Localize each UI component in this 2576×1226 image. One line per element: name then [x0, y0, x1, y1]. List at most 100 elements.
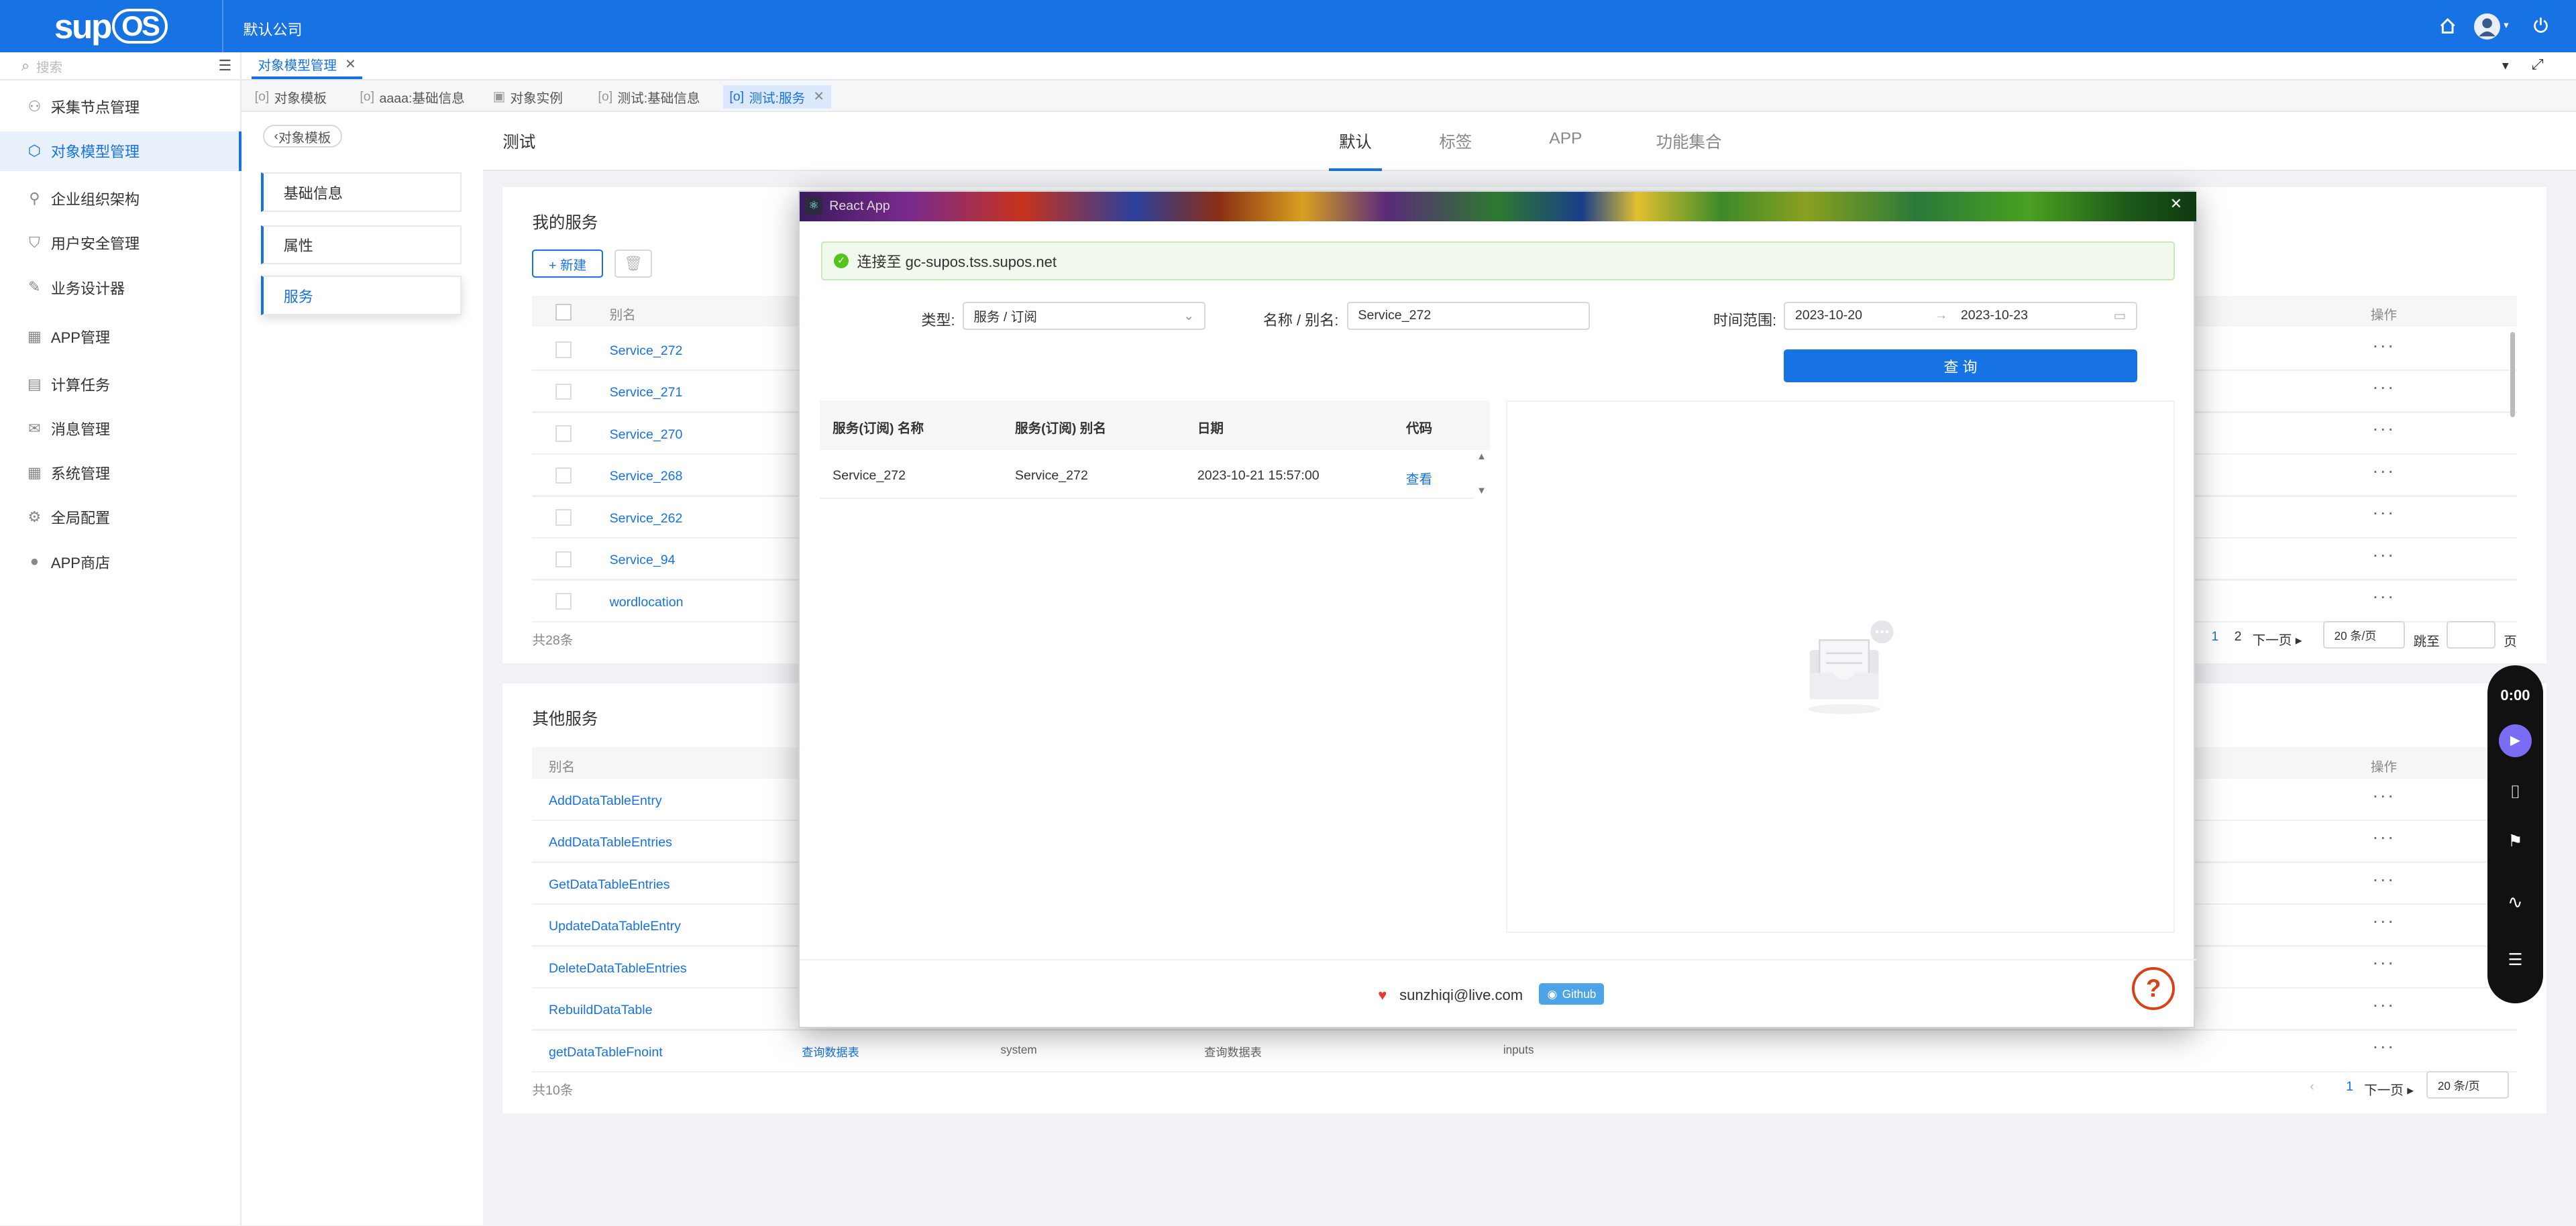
logo[interactable]: sup OS — [0, 0, 224, 53]
tab-app[interactable]: APP — [1549, 129, 1582, 148]
view-code-link[interactable]: 查看 — [1406, 468, 1432, 488]
service-link[interactable]: Service_270 — [610, 427, 683, 443]
service-link[interactable]: wordlocation — [610, 595, 684, 610]
sidebar-item-message[interactable]: ✉ 消息管理 — [0, 409, 241, 449]
service-link[interactable]: RebuildDataTable — [549, 1003, 653, 1018]
service-link[interactable]: GetDataTableEntries — [549, 877, 670, 893]
nav-basic-info[interactable]: 基础信息 — [261, 172, 462, 212]
sidebar-item-system[interactable]: ▦ 系统管理 — [0, 453, 241, 493]
play-icon[interactable]: ▶ — [2498, 724, 2532, 757]
waveform-icon[interactable]: ∿ — [2487, 892, 2543, 913]
collapse-menu-icon[interactable]: ☰ — [219, 57, 232, 74]
sidebar-item-designer[interactable]: ✎ 业务设计器 — [0, 268, 241, 307]
query-button[interactable]: 查 询 — [1784, 349, 2137, 383]
tab-default[interactable]: 默认 — [1329, 129, 1382, 171]
row-checkbox[interactable] — [555, 551, 572, 568]
date-range-picker[interactable]: 2023-10-20 → 2023-10-23 ▭ — [1784, 302, 2137, 330]
page-1[interactable]: 1 — [2211, 629, 2218, 645]
nav-services[interactable]: 服务 — [261, 276, 462, 316]
avatar[interactable] — [2474, 13, 2501, 40]
service-link[interactable]: Service_94 — [610, 553, 676, 568]
more-icon[interactable]: ··· — [2372, 502, 2395, 523]
service-link[interactable]: DeleteDataTableEntries — [549, 961, 687, 977]
page-1[interactable]: 1 — [2346, 1079, 2353, 1095]
close-icon[interactable]: ✕ — [813, 89, 824, 105]
tab-test-service[interactable]: [o] 测试:服务 ✕ — [722, 85, 831, 109]
service-link[interactable]: Service_262 — [610, 511, 683, 526]
date-from[interactable]: 2023-10-20 — [1795, 308, 1862, 323]
back-button[interactable]: ‹ 对象模板 — [262, 125, 343, 148]
more-icon[interactable]: ··· — [2372, 545, 2395, 565]
sidebar-item-collect[interactable]: ⚇ 采集节点管理 — [0, 87, 241, 127]
row-checkbox[interactable] — [555, 425, 572, 442]
power-icon[interactable] — [2532, 16, 2550, 34]
sidebar-item-store[interactable]: ● APP商店 — [0, 542, 241, 581]
scroll-down-icon[interactable]: ▼ — [1477, 486, 1487, 496]
next-page-button[interactable]: 下一页 ▸ — [2364, 1079, 2414, 1099]
close-icon[interactable]: ✕ — [2170, 195, 2182, 213]
settings-sliders-icon[interactable]: ☰ — [2487, 950, 2543, 970]
more-icon[interactable]: ··· — [2372, 419, 2395, 439]
service-link[interactable]: AddDataTableEntries — [549, 835, 672, 850]
close-icon[interactable]: ✕ — [345, 56, 356, 72]
service-link[interactable]: UpdateDataTableEntry — [549, 919, 681, 934]
more-icon[interactable]: ··· — [2372, 586, 2395, 607]
more-icon[interactable]: ··· — [2372, 1036, 2395, 1057]
tab-object-model[interactable]: 对象模型管理 ✕ — [251, 52, 363, 79]
chevron-down-icon[interactable]: ▾ — [2502, 58, 2509, 74]
more-icon[interactable]: ··· — [2372, 952, 2395, 973]
new-service-button[interactable]: + 新建 — [532, 249, 603, 278]
sidebar-item-org[interactable]: ⚲ 企业组织架构 — [0, 179, 241, 219]
tab-object-template[interactable]: [o] 对象模板 — [248, 85, 333, 108]
row-checkbox[interactable] — [555, 593, 572, 610]
service-link[interactable]: Service_272 — [610, 343, 683, 359]
github-button[interactable]: ◉ Github — [1539, 983, 1605, 1005]
more-icon[interactable]: ··· — [2372, 335, 2395, 356]
page-size-select[interactable]: 20 条/页 — [2426, 1070, 2509, 1099]
home-icon[interactable] — [2438, 16, 2457, 36]
row-checkbox[interactable] — [555, 467, 572, 484]
company-name[interactable]: 默认公司 — [243, 18, 302, 40]
footer-email[interactable]: sunzhiqi@live.com — [1399, 987, 1523, 1004]
type-select[interactable]: 服务 / 订阅 ⌄ — [962, 302, 1206, 330]
sidebar-item-app[interactable]: ▦ APP管理 — [0, 317, 241, 357]
tab-object-instance[interactable]: ▣ 对象实例 — [486, 85, 570, 108]
goto-page-input[interactable] — [2446, 620, 2496, 649]
delete-button[interactable]: 🗑 — [614, 249, 653, 278]
nav-properties[interactable]: 属性 — [261, 225, 462, 265]
row-checkbox[interactable] — [555, 383, 572, 400]
search-input[interactable]: 搜索 — [36, 56, 62, 76]
tab-aaaa-info[interactable]: [o] aaaa:基础信息 — [354, 85, 472, 108]
more-icon[interactable]: ··· — [2372, 377, 2395, 398]
row-checkbox[interactable] — [555, 509, 572, 526]
more-icon[interactable]: ··· — [2372, 461, 2395, 482]
more-icon[interactable]: ··· — [2372, 785, 2395, 806]
sidebar-item-security[interactable]: ⛉ 用户安全管理 — [0, 223, 241, 263]
service-link[interactable]: Service_268 — [610, 469, 683, 484]
name-input[interactable]: Service_272 — [1346, 302, 1591, 330]
row-checkbox[interactable] — [555, 341, 572, 358]
scrollbar[interactable] — [2510, 331, 2516, 418]
tab-tags[interactable]: 标签 — [1439, 129, 1472, 153]
prev-page-button[interactable]: ‹ — [2310, 1079, 2314, 1095]
fullscreen-icon[interactable]: ⤢ — [2532, 56, 2544, 73]
help-icon[interactable]: ? — [2132, 967, 2175, 1010]
sidebar-item-global[interactable]: ⚙ 全局配置 — [0, 498, 241, 537]
sidebar-item-calc[interactable]: ▤ 计算任务 — [0, 365, 241, 404]
page-size-select[interactable]: 20 条/页 — [2322, 620, 2406, 649]
chevron-down-icon[interactable]: ▾ — [2504, 19, 2508, 31]
more-icon[interactable]: ··· — [2372, 827, 2395, 848]
bookmark-icon[interactable]: ⚑ — [2487, 831, 2543, 851]
next-page-button[interactable]: 下一页 ▸ — [2253, 629, 2302, 649]
more-icon[interactable]: ··· — [2372, 995, 2395, 1015]
scroll-up-icon[interactable]: ▲ — [1477, 451, 1487, 462]
service-link[interactable]: getDataTableFnoint — [549, 1045, 663, 1060]
tab-features[interactable]: 功能集合 — [1656, 129, 1722, 153]
sidebar-search[interactable]: ⌕ 搜索 ☰ — [0, 52, 241, 80]
service-link[interactable]: Service_271 — [610, 385, 683, 400]
tab-test-info[interactable]: [o] 测试:基础信息 — [592, 85, 707, 108]
sidebar-item-object-model[interactable]: ⬡ 对象模型管理 — [0, 131, 241, 171]
page-2[interactable]: 2 — [2235, 629, 2242, 645]
modal-titlebar[interactable]: ⚛ React App ✕ — [800, 192, 2196, 222]
select-all-checkbox[interactable] — [555, 304, 572, 321]
